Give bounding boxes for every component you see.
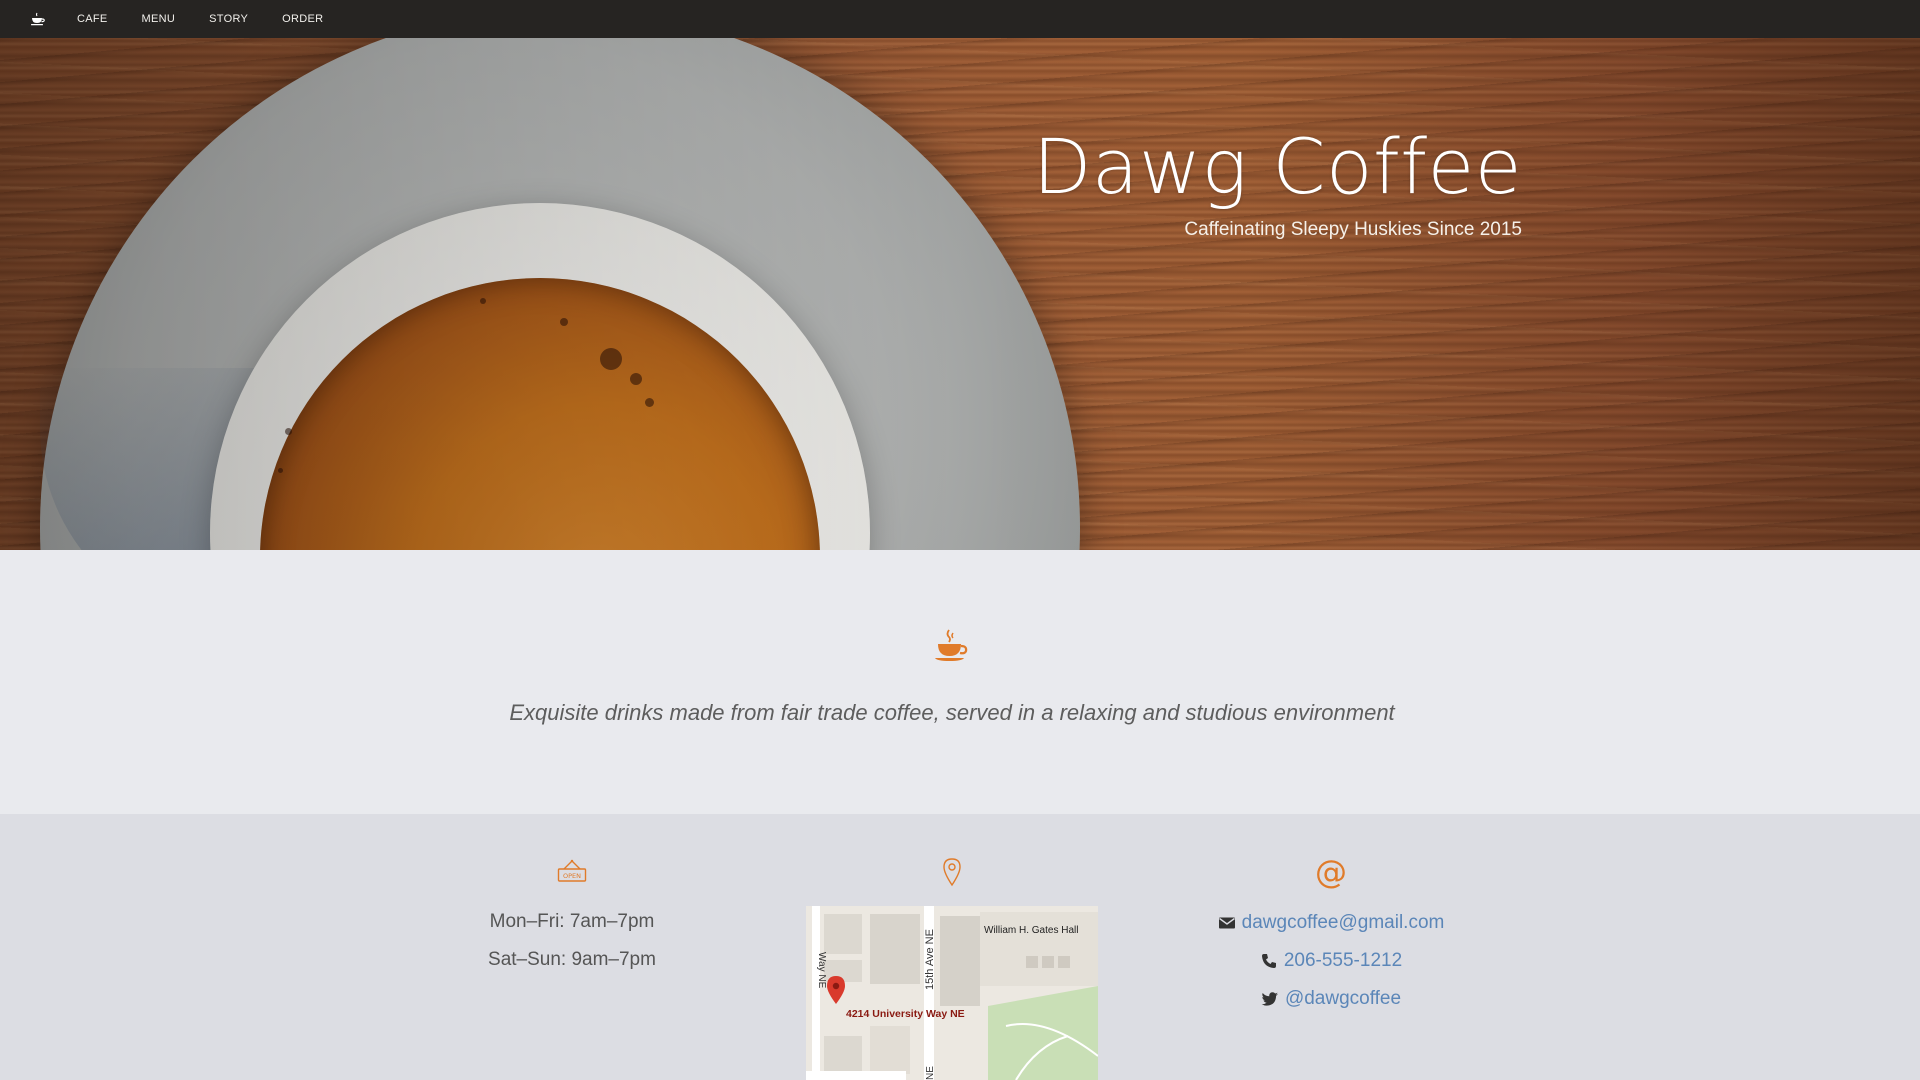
hero-title: Dawg Coffee: [1032, 122, 1522, 211]
svg-text:@: @: [1315, 856, 1347, 890]
map-street-label-1: Way NE: [816, 952, 827, 989]
map-pin-icon: [943, 858, 961, 887]
intro-section: Exquisite drinks made from fair trade co…: [0, 550, 1920, 814]
phone-link[interactable]: 206-555-1212: [1284, 950, 1402, 972]
map-building-label: William H. Gates Hall: [984, 925, 1078, 936]
coffee-cup-icon[interactable]: [30, 10, 48, 28]
nav-link-story[interactable]: STORY: [209, 13, 248, 25]
nav-link-order[interactable]: ORDER: [282, 13, 323, 25]
steaming-cup-icon: [935, 629, 968, 661]
hours-weekend: Sat–Sun: 9am–7pm: [488, 949, 656, 970]
open-sign-text: OPEN: [563, 872, 581, 880]
hero-subtitle: Caffeinating Sleepy Huskies Since 2015: [1184, 219, 1522, 240]
twitter-link[interactable]: @dawgcoffee: [1285, 988, 1401, 1010]
info-section: OPEN Mon–Fri: 7am–7pm Sat–Sun: 9am–7pm W…: [0, 814, 1920, 1080]
contact-twitter-row: @dawgcoffee: [1176, 980, 1486, 1018]
contact-email-row: dawgcoffee@gmail.com: [1176, 904, 1486, 942]
map-address-label: 4214 University Way NE: [846, 1008, 965, 1020]
map-street-label-3: NE: [925, 1066, 936, 1080]
hero-overlay: [0, 38, 1920, 550]
top-navbar: CAFE MENU STORY ORDER: [0, 0, 1920, 38]
open-sign-icon: OPEN: [557, 859, 587, 882]
nav-link-cafe[interactable]: CAFE: [77, 13, 108, 25]
location-map[interactable]: Way NE 15th Ave NE NE William H. Gates H…: [806, 906, 1098, 1080]
envelope-icon: [1218, 917, 1235, 929]
map-street-label-2: 15th Ave NE: [924, 929, 936, 990]
hero-banner: Dawg Coffee Caffeinating Sleepy Huskies …: [0, 38, 1920, 550]
contact-list: dawgcoffee@gmail.com 206-555-1212 @dawgc…: [1176, 904, 1486, 1018]
contact-column: @ dawgcoffee@gmail.com 206-555-1212 @daw…: [1176, 814, 1486, 1018]
email-link[interactable]: dawgcoffee@gmail.com: [1242, 912, 1445, 934]
nav-link-menu[interactable]: MENU: [142, 13, 176, 25]
twitter-icon: [1261, 992, 1278, 1006]
phone-icon: [1261, 954, 1276, 968]
contact-phone-row: 206-555-1212: [1176, 942, 1486, 980]
at-sign-icon: @: [1315, 856, 1347, 890]
tagline: Exquisite drinks made from fair trade co…: [509, 700, 1395, 725]
location-column: Way NE 15th Ave NE NE William H. Gates H…: [806, 814, 1098, 1080]
hours-column: OPEN Mon–Fri: 7am–7pm Sat–Sun: 9am–7pm: [460, 814, 684, 979]
hours-weekday: Mon–Fri: 7am–7pm: [489, 911, 655, 932]
hours-list: Mon–Fri: 7am–7pm Sat–Sun: 9am–7pm: [460, 903, 684, 979]
